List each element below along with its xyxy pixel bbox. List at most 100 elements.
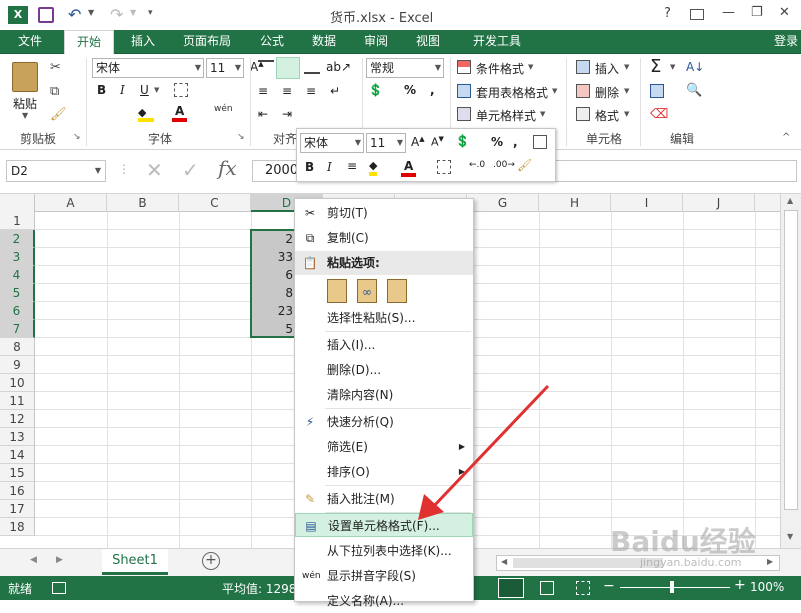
paste-dropdown-icon[interactable]: ▼: [22, 111, 28, 120]
row-header[interactable]: 4: [0, 266, 35, 284]
menu-delete[interactable]: 删除(D)...: [295, 358, 473, 382]
cut-icon[interactable]: ✂: [50, 60, 61, 76]
mini-percent-button[interactable]: %: [491, 135, 503, 149]
orientation-icon[interactable]: ab↗: [326, 60, 351, 74]
paste-icon[interactable]: [12, 62, 38, 92]
decrease-indent-icon[interactable]: ⇤: [258, 107, 268, 121]
scroll-left-icon[interactable]: ◀: [501, 557, 507, 566]
column-header-i[interactable]: I: [611, 194, 683, 212]
mini-grow-font-icon[interactable]: A▲: [411, 135, 425, 149]
autosum-icon[interactable]: Σ: [650, 56, 661, 77]
comma-button[interactable]: ,: [430, 83, 435, 97]
cell-d2[interactable]: 2: [251, 230, 295, 248]
add-sheet-button[interactable]: +: [202, 552, 220, 570]
next-sheet-icon[interactable]: ▶: [56, 555, 63, 565]
insert-cells-button[interactable]: 插入: [595, 60, 619, 77]
tab-page-layout[interactable]: 页面布局: [176, 30, 238, 54]
clear-icon[interactable]: ⌫: [650, 107, 668, 122]
login-link[interactable]: 登录: [770, 30, 801, 54]
delete-cells-button[interactable]: 删除: [595, 84, 619, 101]
align-right-icon[interactable]: ≡: [306, 84, 316, 98]
row-header[interactable]: 13: [0, 428, 35, 446]
cell-styles-button[interactable]: 单元格样式: [476, 107, 536, 124]
prev-sheet-icon[interactable]: ◀: [30, 555, 37, 565]
mini-font-color-button[interactable]: A: [401, 159, 417, 177]
scroll-up-icon[interactable]: ▲: [787, 196, 793, 205]
column-header-b[interactable]: B: [107, 194, 179, 212]
find-select-icon[interactable]: 🔍: [686, 83, 702, 98]
tab-developer[interactable]: 开发工具: [466, 30, 528, 54]
row-header[interactable]: 10: [0, 374, 35, 392]
row-header[interactable]: 1: [0, 212, 35, 230]
row-header[interactable]: 7: [0, 320, 35, 338]
help-button[interactable]: ?: [664, 6, 671, 21]
paste-option-paste-icon[interactable]: [327, 279, 347, 303]
fill-color-icon[interactable]: ◆: [138, 106, 154, 122]
cell-d6[interactable]: 23: [251, 302, 295, 320]
cell-d4[interactable]: 6: [251, 266, 295, 284]
zoom-slider-thumb[interactable]: [670, 581, 674, 593]
align-center-icon[interactable]: ≡: [282, 84, 292, 98]
collapse-ribbon-icon[interactable]: ^: [782, 132, 790, 143]
scroll-down-icon[interactable]: ▼: [787, 532, 793, 541]
zoom-in-icon[interactable]: +: [734, 577, 746, 593]
column-header-h[interactable]: H: [539, 194, 611, 212]
row-header[interactable]: 16: [0, 482, 35, 500]
align-top-icon[interactable]: [258, 60, 274, 74]
mini-decrease-decimal-icon[interactable]: .00→: [493, 160, 515, 170]
column-header-g[interactable]: G: [467, 194, 539, 212]
mini-italic-button[interactable]: I: [327, 160, 332, 174]
row-header[interactable]: 6: [0, 302, 35, 320]
row-header[interactable]: 14: [0, 446, 35, 464]
restore-button[interactable]: ❐: [751, 5, 763, 20]
underline-dropdown-icon[interactable]: ▼: [154, 86, 159, 94]
font-color-button[interactable]: A: [172, 104, 188, 122]
underline-button[interactable]: U: [140, 83, 149, 97]
mini-border-icon[interactable]: [437, 160, 451, 174]
sheet-tab-sheet1[interactable]: Sheet1: [102, 549, 168, 575]
mini-accounting-icon[interactable]: 💲: [455, 134, 470, 148]
border-icon[interactable]: [174, 83, 188, 97]
macro-record-icon[interactable]: [52, 582, 66, 594]
tab-file[interactable]: 文件: [8, 30, 52, 54]
confirm-entry-icon[interactable]: ✓: [182, 158, 199, 182]
paste-button-label[interactable]: 粘贴: [13, 95, 37, 112]
cell-d7[interactable]: 5: [251, 320, 295, 338]
menu-copy[interactable]: ⧉ 复制(C): [295, 226, 473, 250]
tab-formulas[interactable]: 公式: [254, 30, 290, 54]
bold-button[interactable]: B: [97, 83, 106, 97]
format-as-table-button[interactable]: 套用表格格式: [476, 84, 548, 101]
page-layout-view-icon[interactable]: [540, 581, 554, 595]
mini-align-center-icon[interactable]: ≡: [347, 159, 357, 173]
font-launcher-icon[interactable]: ↘: [237, 132, 245, 142]
redo-icon[interactable]: ↷: [110, 5, 123, 24]
row-header[interactable]: 8: [0, 338, 35, 356]
mini-format-painter-icon[interactable]: 🖌: [517, 158, 532, 172]
tab-data[interactable]: 数据: [306, 30, 342, 54]
phonetic-guide-icon[interactable]: wén: [214, 104, 233, 114]
scroll-thumb[interactable]: [784, 210, 798, 510]
menu-pick-from-list[interactable]: 从下拉列表中选择(K)...: [295, 539, 473, 563]
mini-fill-color-icon[interactable]: ◆: [369, 159, 378, 176]
number-format-combo[interactable]: 常规 ▼: [366, 58, 444, 78]
percent-button[interactable]: %: [404, 83, 416, 97]
column-header-a[interactable]: A: [35, 194, 107, 212]
cancel-entry-icon[interactable]: ✕: [146, 158, 163, 182]
italic-button[interactable]: I: [120, 83, 125, 97]
copy-icon[interactable]: ⧉: [50, 84, 59, 100]
menu-insert[interactable]: 插入(I)...: [295, 333, 473, 357]
name-box[interactable]: D2 ▼: [6, 160, 106, 182]
row-header[interactable]: 3: [0, 248, 35, 266]
ribbon-display-options-icon[interactable]: [690, 9, 704, 20]
paste-option-values-icon[interactable]: [387, 279, 407, 303]
sort-filter-icon[interactable]: A↓: [686, 60, 704, 74]
column-header-c[interactable]: C: [179, 194, 251, 212]
undo-dropdown-icon[interactable]: ▼: [88, 8, 94, 17]
mini-increase-decimal-icon[interactable]: ←.0: [469, 160, 485, 170]
customize-qat-icon[interactable]: ▾: [148, 8, 153, 18]
mini-font-size-combo[interactable]: 11 ▼: [366, 133, 406, 153]
accounting-icon[interactable]: 💲: [368, 83, 383, 97]
row-header[interactable]: 11: [0, 392, 35, 410]
align-bottom-icon[interactable]: [304, 60, 320, 74]
cell-d5[interactable]: 8: [251, 284, 295, 302]
